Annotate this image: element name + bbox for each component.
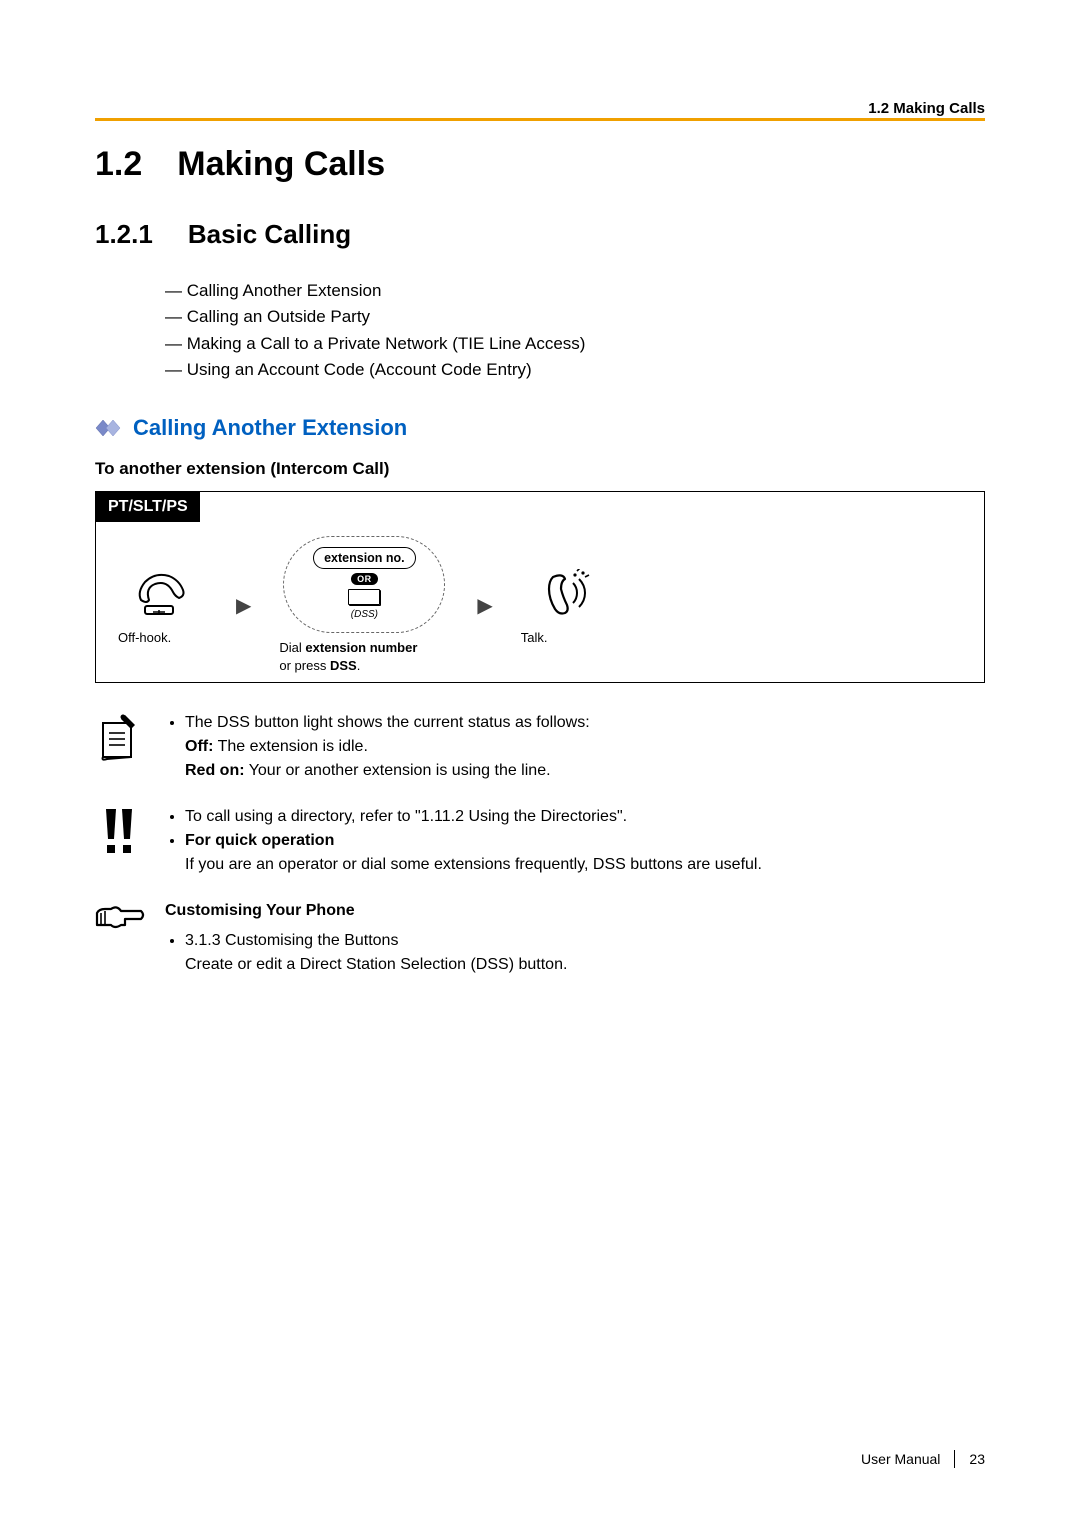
footer: User Manual 23 (861, 1450, 985, 1468)
note-line: The DSS button light shows the current s… (185, 711, 985, 783)
procedure-tab: PT/SLT/PS (96, 492, 200, 522)
dial-group: extension no. OR (DSS) (283, 536, 445, 633)
list-item: Calling Another Extension (165, 278, 985, 304)
t: Create or edit a Direct Station Selectio… (185, 956, 567, 973)
exclamation-icon (95, 805, 145, 877)
procedure-body: Off-hook. ▶ extension no. OR (DSS) (96, 522, 984, 682)
t-bold: For quick operation (185, 832, 334, 849)
section-title: 1.2 Making Calls (95, 145, 985, 184)
section-number: 1.2 (95, 145, 142, 184)
topic-heading-row: Calling Another Extension (95, 415, 985, 441)
note-block: Customising Your Phone 3.1.3 Customising… (95, 899, 985, 977)
note-block: To call using a directory, refer to "1.1… (95, 805, 985, 877)
step-caption: Talk. (521, 629, 611, 647)
t: If you are an operator or dial some exte… (185, 856, 762, 873)
t-bold: Red on: (185, 762, 245, 779)
t: or press (279, 658, 330, 673)
note-body: The DSS button light shows the current s… (165, 711, 985, 783)
subsection-title: 1.2.1 Basic Calling (95, 219, 985, 250)
t: The extension is idle. (213, 738, 367, 755)
footer-separator (954, 1450, 955, 1468)
step-dial: extension no. OR (DSS) Dial extension nu… (279, 536, 449, 674)
or-pill: OR (351, 573, 378, 585)
step-offhook: Off-hook. (118, 565, 208, 647)
topic-list: Calling Another Extension Calling an Out… (165, 278, 985, 383)
step-talk: Talk. (521, 565, 611, 647)
dss-button-icon (348, 589, 380, 605)
note-line: To call using a directory, refer to "1.1… (185, 805, 985, 829)
notepad-icon (95, 711, 145, 783)
t-bold: Off: (185, 738, 213, 755)
dial-capsule: extension no. OR (DSS) (283, 536, 445, 633)
procedure-row: Off-hook. ▶ extension no. OR (DSS) (118, 536, 962, 674)
talk-icon (539, 565, 593, 623)
arrow-icon: ▶ (236, 593, 251, 618)
footer-label: User Manual (861, 1451, 940, 1467)
note-block: The DSS button light shows the current s… (95, 711, 985, 783)
dss-caption: (DSS) (351, 609, 378, 620)
subsection-number: 1.2.1 (95, 219, 153, 250)
page: 1.2 Making Calls 1.2 Making Calls 1.2.1 … (0, 0, 1080, 1528)
running-header: 1.2 Making Calls (868, 100, 985, 117)
arrow-icon: ▶ (477, 593, 492, 618)
note-line: For quick operation If you are an operat… (185, 829, 985, 877)
t: Dial (279, 640, 305, 655)
diamond-icon (95, 419, 125, 437)
list-item: Making a Call to a Private Network (TIE … (165, 331, 985, 357)
page-number: 23 (969, 1451, 985, 1467)
offhook-icon (135, 565, 191, 623)
note-body: Customising Your Phone 3.1.3 Customising… (165, 899, 985, 977)
procedure-panel: PT/SLT/PS Off-hook. (95, 491, 985, 683)
extension-label: extension no. (313, 547, 416, 569)
note-line: 3.1.3 Customising the Buttons Create or … (185, 929, 985, 977)
subsection-name: Basic Calling (188, 219, 351, 250)
header-rule (95, 118, 985, 121)
t-bold: extension number (305, 640, 417, 655)
list-item: Using an Account Code (Account Code Entr… (165, 357, 985, 383)
t: The DSS button light shows the current s… (185, 714, 590, 731)
customising-title: Customising Your Phone (165, 902, 355, 919)
t-bold: DSS (330, 658, 357, 673)
t: 3.1.3 Customising the Buttons (185, 932, 398, 949)
step-caption: Off-hook. (118, 629, 208, 647)
pointing-hand-icon (95, 899, 145, 977)
note-body: To call using a directory, refer to "1.1… (165, 805, 985, 877)
t: . (357, 658, 361, 673)
content: 1.2 Making Calls 1.2.1 Basic Calling Cal… (95, 90, 985, 977)
section-name: Making Calls (177, 145, 385, 184)
procedure-title: To another extension (Intercom Call) (95, 459, 985, 479)
list-item: Calling an Outside Party (165, 304, 985, 330)
topic-heading: Calling Another Extension (133, 415, 407, 441)
t: Your or another extension is using the l… (245, 762, 551, 779)
step-caption: Dial extension number or press DSS. (279, 639, 449, 674)
